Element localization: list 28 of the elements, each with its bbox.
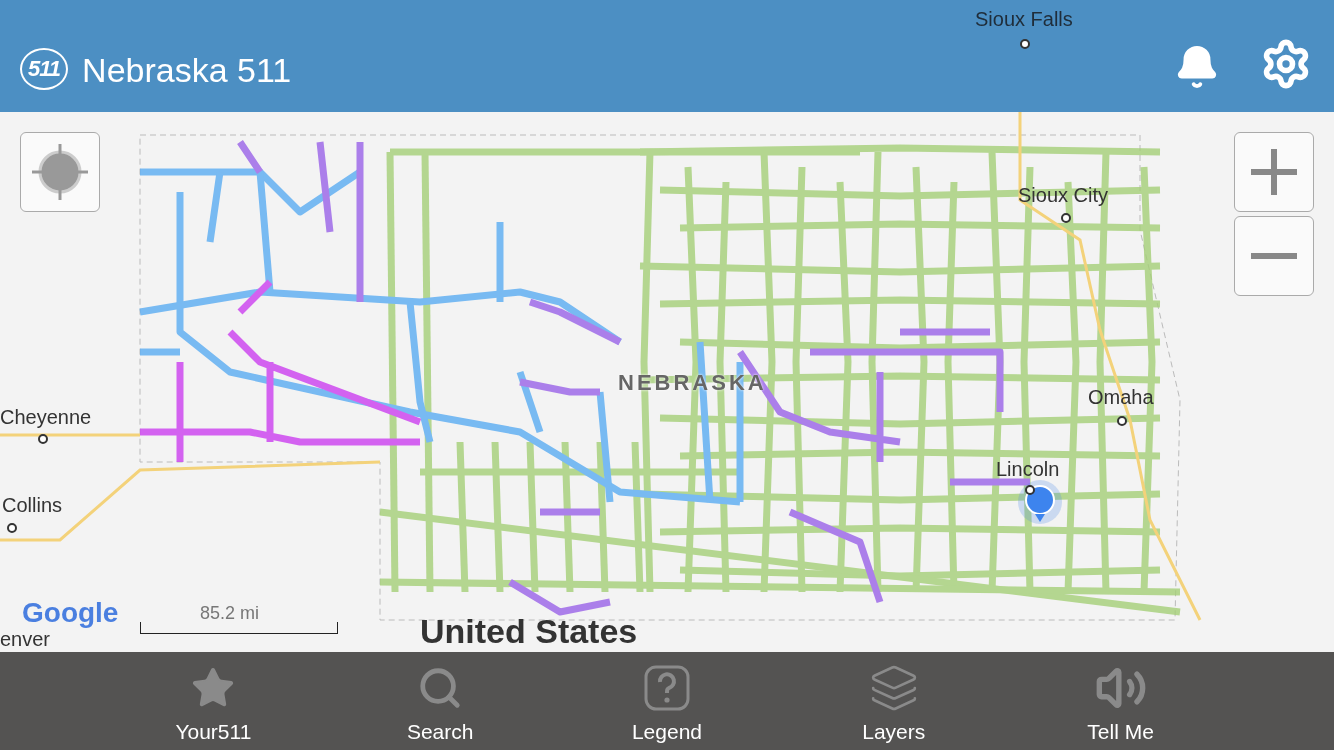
zoom-out-button[interactable] (1234, 216, 1314, 296)
tab-button[interactable]: Your511 (143, 652, 284, 750)
map-label: enver (0, 628, 51, 651)
city-dot-icon (37, 433, 49, 445)
city-label: Sioux Falls (975, 8, 1073, 31)
city-dot-icon (1024, 484, 1036, 496)
location-pin-icon (1016, 478, 1064, 526)
zoom-in-button[interactable] (1234, 132, 1314, 212)
city-dot-icon (1116, 415, 1128, 427)
locate-button[interactable] (20, 132, 100, 212)
city-dot-icon (6, 522, 18, 534)
scale-label: 85.2 mi (200, 603, 260, 624)
google-logo: Google (22, 597, 119, 629)
city-label: Collins (2, 494, 63, 517)
app-logo: 511 (20, 48, 69, 90)
minus-icon (1251, 253, 1297, 259)
tab-button[interactable]: Tell Me (1050, 652, 1191, 750)
tab-button[interactable]: Search (370, 652, 511, 750)
tab-button[interactable]: Layers (823, 652, 964, 750)
city-label: Cheyenne (0, 406, 92, 429)
city-dot-icon (1060, 212, 1072, 224)
app-title: Nebraska 511 (82, 51, 292, 90)
city-dot-icon (1019, 38, 1031, 50)
question-mark-icon (643, 664, 691, 712)
city-label: Lincoln (996, 458, 1060, 481)
map-label: United States (420, 612, 638, 651)
plus-icon (1251, 149, 1297, 195)
tab-button[interactable]: Legend (597, 652, 737, 750)
